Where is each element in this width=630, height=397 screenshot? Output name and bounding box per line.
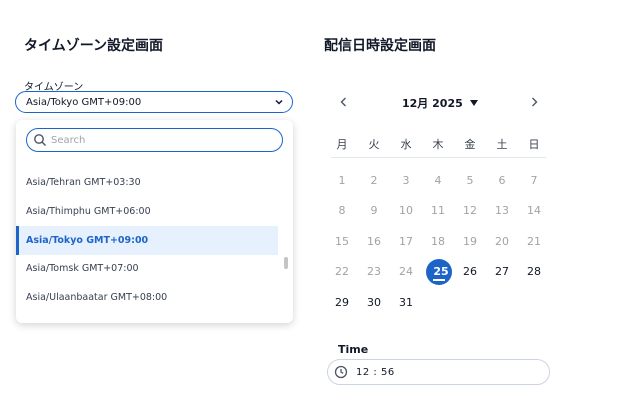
- calendar-day[interactable]: 17: [392, 230, 420, 254]
- calendar-day[interactable]: 19: [456, 230, 484, 254]
- datetime-section-title: 配信日時設定画面: [324, 38, 436, 54]
- calendar-day[interactable]: 8: [328, 199, 356, 223]
- chevron-right-icon[interactable]: [527, 95, 541, 109]
- timezone-dropdown-panel: Asia/Tehran GMT+03:30 Asia/Thimphu GMT+0…: [16, 120, 293, 323]
- calendar-day[interactable]: 31: [392, 291, 420, 315]
- calendar-day[interactable]: 13: [488, 199, 516, 223]
- calendar-day[interactable]: 4: [424, 169, 452, 193]
- timezone-select[interactable]: Asia/Tokyo GMT+09:00: [15, 91, 293, 113]
- timezone-section-title: タイムゾーン設定画面: [24, 38, 164, 54]
- timezone-option[interactable]: Asia/Ulaanbaatar GMT+08:00: [16, 283, 278, 312]
- calendar-day[interactable]: 21: [520, 230, 548, 254]
- weekday-divider: [331, 157, 546, 158]
- today-underline: [433, 279, 445, 281]
- timezone-search-input[interactable]: [51, 134, 251, 146]
- weekday-header: 日: [528, 138, 540, 151]
- calendar-day[interactable]: 18: [424, 230, 452, 254]
- chevron-left-icon[interactable]: [337, 95, 351, 109]
- calendar-day[interactable]: 27: [488, 260, 516, 284]
- calendar-day[interactable]: 10: [392, 199, 420, 223]
- calendar-day[interactable]: 15: [328, 230, 356, 254]
- calendar-day[interactable]: 14: [520, 199, 548, 223]
- search-icon: [34, 134, 46, 146]
- calendar-day[interactable]: 23: [360, 260, 388, 284]
- weekday-header: 水: [400, 138, 412, 151]
- calendar-day[interactable]: 6: [488, 169, 516, 193]
- calendar-day[interactable]: 3: [392, 169, 420, 193]
- chevron-down-icon: [275, 99, 283, 105]
- clock-icon: [334, 365, 348, 379]
- calendar-day[interactable]: 29: [328, 291, 356, 315]
- calendar-day[interactable]: 12: [456, 199, 484, 223]
- timezone-option-selected[interactable]: Asia/Tokyo GMT+09:00: [16, 226, 278, 255]
- caret-down-icon: [469, 100, 478, 106]
- month-year-label: 12月 2025: [402, 97, 463, 110]
- month-year-selector[interactable]: 12月 2025: [402, 95, 478, 111]
- time-label: Time: [338, 343, 369, 356]
- calendar-day[interactable]: 30: [360, 291, 388, 315]
- calendar-day[interactable]: 11: [424, 199, 452, 223]
- weekday-header: 木: [432, 138, 444, 151]
- calendar-day[interactable]: 9: [360, 199, 388, 223]
- timezone-option[interactable]: Asia/Tehran GMT+03:30: [16, 168, 278, 197]
- weekday-header: 火: [368, 138, 380, 151]
- weekday-header: 土: [496, 138, 508, 151]
- calendar-day[interactable]: 16: [360, 230, 388, 254]
- calendar-day[interactable]: 7: [520, 169, 548, 193]
- calendar-day[interactable]: 1: [328, 169, 356, 193]
- calendar-day[interactable]: 24: [392, 260, 420, 284]
- calendar-day[interactable]: 2: [360, 169, 388, 193]
- calendar-day[interactable]: 5: [456, 169, 484, 193]
- calendar-day[interactable]: 20: [488, 230, 516, 254]
- calendar-day[interactable]: 26: [456, 260, 484, 284]
- timezone-selected-value: Asia/Tokyo GMT+09:00: [26, 96, 142, 108]
- calendar-day[interactable]: 22: [328, 260, 356, 284]
- weekday-header: 金: [464, 138, 476, 151]
- timezone-option[interactable]: Asia/Thimphu GMT+06:00: [16, 197, 278, 226]
- calendar-day[interactable]: 28: [520, 260, 548, 284]
- timezone-search-box[interactable]: [26, 128, 283, 152]
- weekday-header: 月: [336, 138, 348, 151]
- timezone-option[interactable]: Asia/Tomsk GMT+07:00: [16, 254, 278, 283]
- time-input[interactable]: 12 : 56: [327, 359, 550, 385]
- dropdown-scrollbar-thumb[interactable]: [284, 257, 288, 269]
- time-value: 12 : 56: [356, 367, 395, 378]
